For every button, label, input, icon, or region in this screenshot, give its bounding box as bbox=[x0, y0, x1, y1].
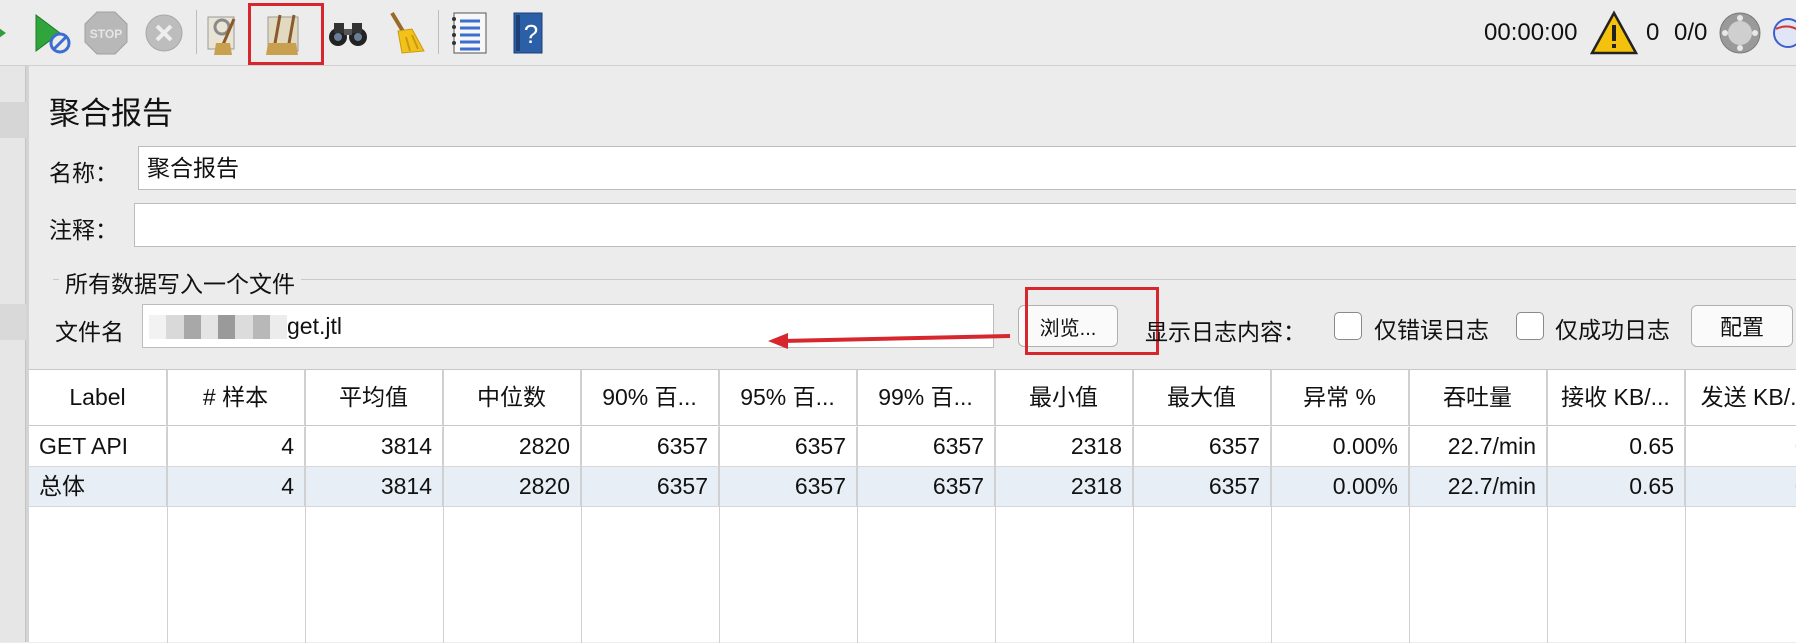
column-divider bbox=[1409, 370, 1410, 643]
cell-sent: 0.0 bbox=[1685, 427, 1796, 466]
column-divider bbox=[1685, 370, 1686, 643]
remote-icon[interactable] bbox=[1770, 9, 1796, 57]
col-header-max[interactable]: 最大值 bbox=[1133, 370, 1271, 425]
clear-icon[interactable] bbox=[202, 9, 250, 57]
tree-row[interactable] bbox=[0, 304, 26, 340]
thread-count: 0/0 bbox=[1674, 19, 1708, 46]
name-label: 名称： bbox=[49, 160, 118, 186]
cell-95: 6357 bbox=[719, 467, 857, 506]
col-header-label[interactable]: Label bbox=[29, 370, 167, 425]
warning-icon[interactable] bbox=[1590, 9, 1638, 57]
highlight-clear-all bbox=[248, 3, 324, 65]
cell-90: 6357 bbox=[581, 467, 719, 506]
cell-error: 0.00% bbox=[1271, 427, 1409, 466]
reset-search-icon[interactable] bbox=[380, 9, 428, 57]
column-divider bbox=[857, 370, 858, 643]
col-header-throughput[interactable]: 吞吐量 bbox=[1409, 370, 1547, 425]
cell-received: 0.65 bbox=[1547, 427, 1685, 466]
col-header-error-pct[interactable]: 异常 % bbox=[1271, 370, 1409, 425]
filename-label: 文件名 bbox=[55, 319, 124, 345]
function-helper-icon[interactable] bbox=[446, 9, 494, 57]
cell-90: 6357 bbox=[581, 427, 719, 466]
aggregate-report-table: Label # 样本 平均值 中位数 90% 百... 95% 百... 99%… bbox=[29, 369, 1796, 643]
cell-median: 2820 bbox=[443, 427, 581, 466]
column-divider bbox=[581, 370, 582, 643]
cell-95: 6357 bbox=[719, 427, 857, 466]
test-plan-tree-strip[interactable] bbox=[0, 66, 26, 642]
cell-received: 0.65 bbox=[1547, 467, 1685, 506]
toolbar-separator bbox=[196, 10, 197, 54]
comment-label: 注释： bbox=[49, 217, 118, 243]
col-header-min[interactable]: 最小值 bbox=[995, 370, 1133, 425]
stop-icon[interactable]: STOP bbox=[82, 9, 130, 57]
filename-field[interactable]: get.jtl bbox=[142, 304, 994, 348]
cell-label: 总体 bbox=[29, 467, 167, 506]
cell-average: 3814 bbox=[305, 467, 443, 506]
comment-field[interactable] bbox=[134, 203, 1796, 247]
write-results-group-title: 所有数据写入一个文件 bbox=[59, 265, 301, 299]
column-divider bbox=[167, 370, 168, 643]
table-row[interactable]: GET API 4 3814 2820 6357 6357 6357 2318 … bbox=[29, 427, 1796, 467]
cell-median: 2820 bbox=[443, 467, 581, 506]
shutdown-icon[interactable] bbox=[140, 9, 188, 57]
cell-samples: 4 bbox=[167, 427, 305, 466]
success-only-label: 仅成功日志 bbox=[1555, 317, 1670, 343]
cell-average: 3814 bbox=[305, 427, 443, 466]
col-header-average[interactable]: 平均值 bbox=[305, 370, 443, 425]
cell-throughput: 22.7/min bbox=[1409, 427, 1547, 466]
table-header: Label # 样本 平均值 中位数 90% 百... 95% 百... 99%… bbox=[29, 370, 1796, 426]
column-divider bbox=[1133, 370, 1134, 643]
run-icon[interactable] bbox=[0, 9, 10, 57]
name-field[interactable]: 聚合报告 bbox=[138, 146, 1796, 190]
group-border bbox=[53, 279, 1796, 280]
column-divider bbox=[1547, 370, 1548, 643]
column-divider bbox=[719, 370, 720, 643]
cell-error: 0.00% bbox=[1271, 467, 1409, 506]
column-divider bbox=[1271, 370, 1272, 643]
col-header-sent-kb[interactable]: 发送 KB/... bbox=[1685, 370, 1796, 425]
errors-only-label: 仅错误日志 bbox=[1374, 317, 1489, 343]
svg-text:?: ? bbox=[524, 19, 538, 49]
elapsed-timer: 00:00:00 bbox=[1484, 19, 1578, 46]
thread-status-icon bbox=[1716, 9, 1764, 57]
highlight-browse bbox=[1025, 287, 1159, 355]
cell-min: 2318 bbox=[995, 467, 1133, 506]
run-no-pause-icon[interactable] bbox=[26, 9, 74, 57]
col-header-samples[interactable]: # 样本 bbox=[167, 370, 305, 425]
cell-throughput: 22.7/min bbox=[1409, 467, 1547, 506]
cell-samples: 4 bbox=[167, 467, 305, 506]
cell-max: 6357 bbox=[1133, 427, 1271, 466]
toolbar-separator bbox=[438, 10, 439, 54]
cell-label: GET API bbox=[29, 427, 167, 466]
success-only-checkbox[interactable] bbox=[1516, 312, 1544, 340]
col-header-received-kb[interactable]: 接收 KB/... bbox=[1547, 370, 1685, 425]
warning-count: 0 bbox=[1646, 19, 1660, 46]
col-header-90-percentile[interactable]: 90% 百... bbox=[581, 370, 719, 425]
search-icon[interactable] bbox=[324, 9, 372, 57]
cell-max: 6357 bbox=[1133, 467, 1271, 506]
cell-sent: 0.0 bbox=[1685, 467, 1796, 506]
toolbar: STOP ? 00:00:00 0 0/0 bbox=[0, 0, 1796, 66]
tree-row[interactable] bbox=[0, 102, 26, 138]
table-row[interactable]: 总体 4 3814 2820 6357 6357 6357 2318 6357 … bbox=[29, 467, 1796, 507]
help-icon[interactable]: ? bbox=[504, 9, 552, 57]
cell-min: 2318 bbox=[995, 427, 1133, 466]
col-header-median[interactable]: 中位数 bbox=[443, 370, 581, 425]
col-header-95-percentile[interactable]: 95% 百... bbox=[719, 370, 857, 425]
log-display-label: 显示日志内容： bbox=[1145, 319, 1306, 345]
col-header-99-percentile[interactable]: 99% 百... bbox=[857, 370, 995, 425]
configure-button[interactable]: 配置 bbox=[1691, 305, 1793, 347]
redacted-path bbox=[149, 315, 287, 339]
column-divider bbox=[305, 370, 306, 643]
cell-99: 6357 bbox=[857, 467, 995, 506]
column-divider bbox=[443, 370, 444, 643]
column-divider bbox=[995, 370, 996, 643]
svg-text:STOP: STOP bbox=[90, 27, 122, 41]
cell-99: 6357 bbox=[857, 427, 995, 466]
page-title: 聚合报告 bbox=[49, 96, 173, 131]
errors-only-checkbox[interactable] bbox=[1334, 312, 1362, 340]
filename-value: get.jtl bbox=[287, 313, 342, 339]
